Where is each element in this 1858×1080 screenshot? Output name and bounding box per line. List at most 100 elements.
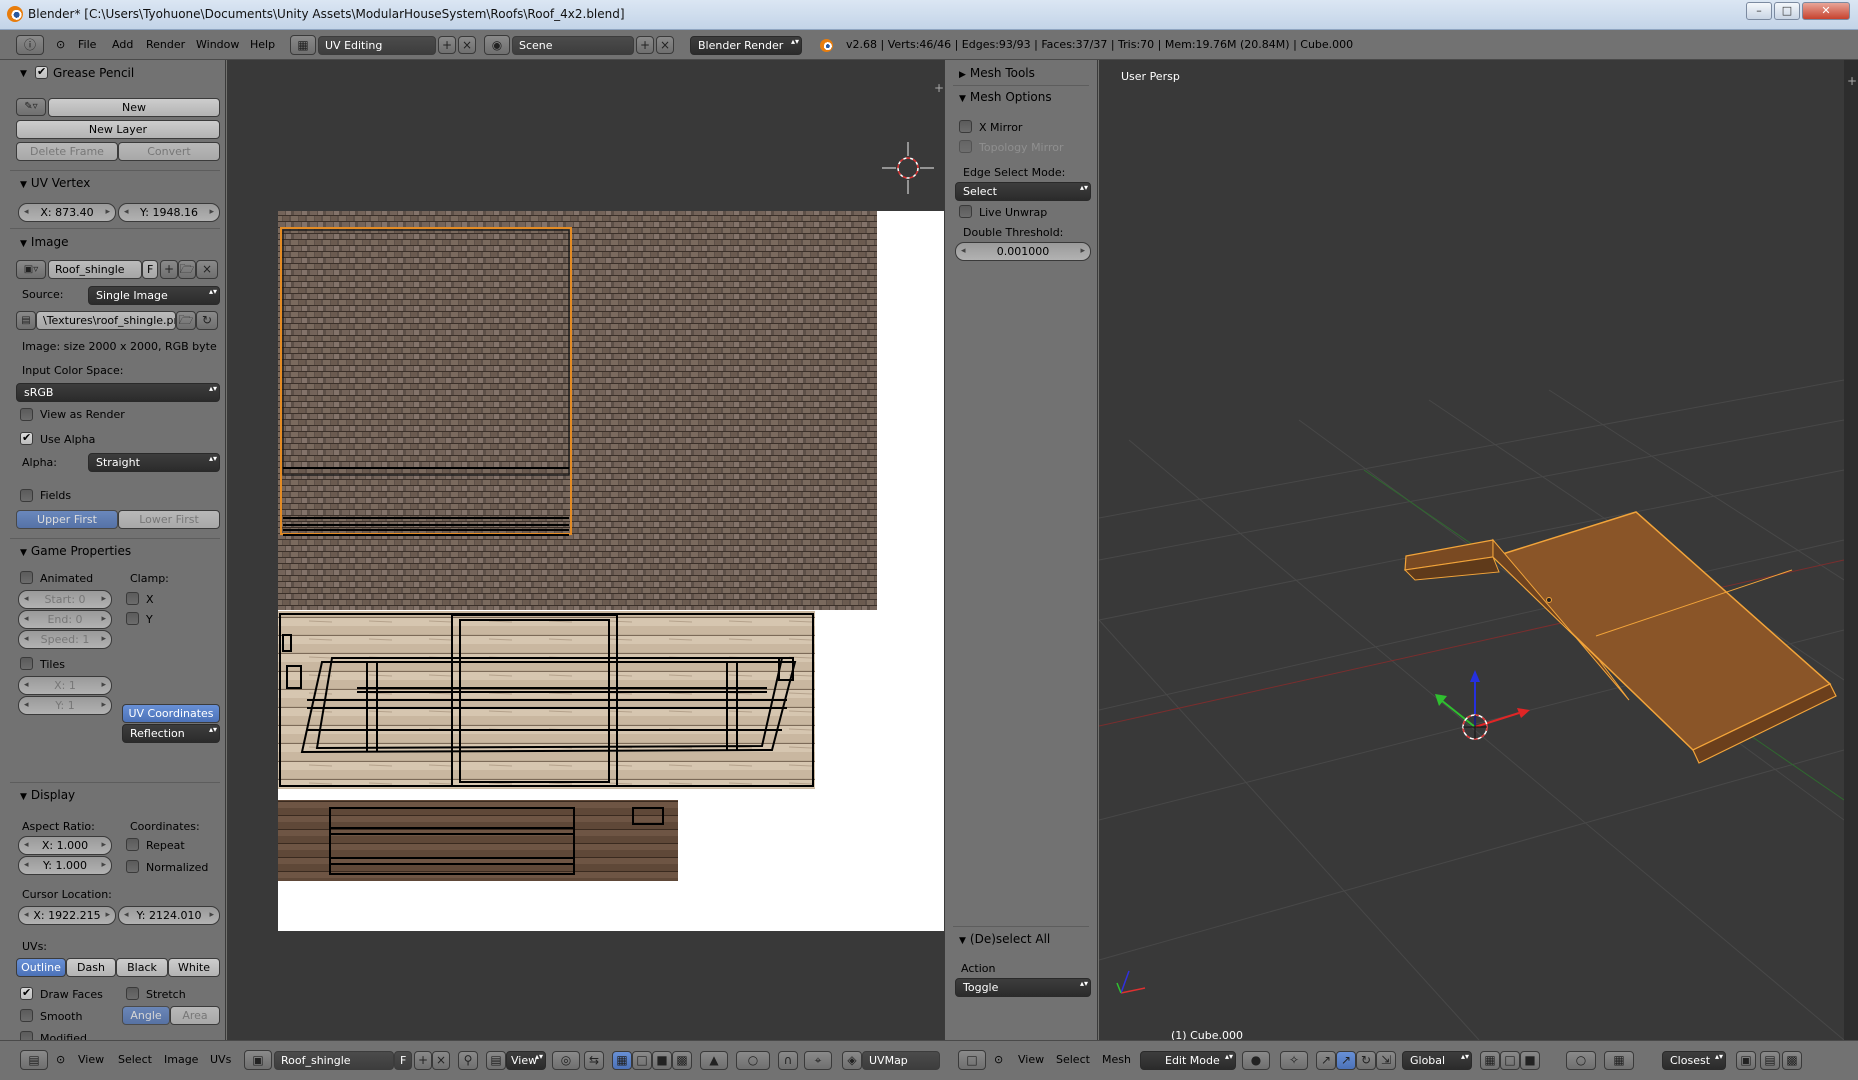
start-frame-field[interactable]: Start: 0 (18, 590, 112, 609)
tiles-x-field[interactable]: X: 1 (18, 676, 112, 695)
menu-window[interactable]: Window (196, 38, 239, 51)
transform-orientation-dropdown[interactable]: Global (1402, 1051, 1472, 1070)
image-name-field[interactable]: Roof_shingle (48, 260, 142, 279)
face-select-mode-icon[interactable]: ■ (1520, 1051, 1540, 1070)
properties-toggle-icon[interactable]: + (1847, 74, 1857, 88)
screen-layout-icon[interactable]: ▦ (290, 35, 316, 55)
uv-menu-select[interactable]: Select (118, 1053, 152, 1066)
footer-unlink-image-icon[interactable]: × (432, 1051, 450, 1070)
3d-scene-canvas[interactable] (1099, 60, 1844, 1040)
deselect-all-header[interactable]: ▼ (De)select All (959, 932, 1050, 954)
uv-menu-image[interactable]: Image (164, 1053, 198, 1066)
menu-add[interactable]: Add (112, 38, 133, 51)
island-select-icon[interactable]: ▩ (672, 1051, 692, 1070)
uv-editor-type-icon[interactable]: ▤ (20, 1050, 48, 1070)
3d-menu-mesh[interactable]: Mesh (1102, 1053, 1131, 1066)
footer-fake-user-button[interactable]: F (394, 1051, 412, 1070)
draw-faces-checkbox[interactable] (20, 986, 33, 1000)
uv-coordinates-button[interactable]: UV Coordinates (122, 704, 220, 723)
proportional-editing-icon[interactable]: ○ (1566, 1051, 1596, 1070)
uv-cursor[interactable] (882, 142, 934, 194)
angle-button[interactable]: Angle (122, 1006, 170, 1025)
footer-new-image-icon[interactable]: + (414, 1051, 432, 1070)
3d-editor-type-icon[interactable]: □ (958, 1050, 986, 1070)
uv-vertex-x-field[interactable]: X: 873.40 (18, 203, 116, 222)
filepath-browse-icon[interactable]: 🗁 (176, 311, 196, 330)
maximize-button[interactable]: □ (1774, 2, 1800, 20)
uv-menu-uvs[interactable]: UVs (210, 1053, 231, 1066)
render-engine-dropdown[interactable]: Blender Render (690, 36, 802, 55)
edge-select-mode-icon[interactable]: □ (1500, 1051, 1520, 1070)
collapse-menu-icon[interactable]: ⊙ (56, 38, 65, 51)
vertex-select-icon[interactable]: ▦ (612, 1051, 632, 1070)
tiles-y-field[interactable]: Y: 1 (18, 696, 112, 715)
repeat-checkbox[interactable] (126, 838, 139, 851)
lower-first-button[interactable]: Lower First (118, 510, 220, 529)
image-fake-user-button[interactable]: F (142, 260, 158, 279)
white-button[interactable]: White (168, 958, 220, 977)
proportional-falloff-icon[interactable]: ∩ (778, 1051, 798, 1070)
tiles-checkbox[interactable] (20, 657, 33, 670)
add-scene-icon[interactable]: + (636, 36, 654, 54)
snap-icon[interactable]: ⌖ (804, 1051, 832, 1070)
clamp-y-checkbox[interactable] (126, 612, 139, 625)
fields-checkbox[interactable] (20, 489, 33, 502)
render-preview-icon[interactable]: ▣ (1736, 1051, 1756, 1070)
3d-viewport[interactable]: User Persp (1) Cube.000 (1099, 60, 1844, 1042)
uvmap-icon[interactable]: ◈ (842, 1051, 862, 1070)
vertex-select-mode-icon[interactable]: ▦ (1480, 1051, 1500, 1070)
3d-header-collapse-icon[interactable]: ⊙ (994, 1053, 1003, 1066)
outline-button[interactable]: Outline (16, 958, 66, 977)
color-space-dropdown[interactable]: sRGB (16, 383, 220, 402)
speed-field[interactable]: Speed: 1 (18, 630, 112, 649)
aspect-y-field[interactable]: Y: 1.000 (18, 856, 112, 875)
3d-menu-view[interactable]: View (1018, 1053, 1044, 1066)
pivot-icon[interactable]: ◎ (552, 1051, 580, 1070)
view-mode-dropdown[interactable]: View (506, 1051, 546, 1070)
translate-manipulator-icon[interactable]: ↗ (1336, 1051, 1356, 1070)
manipulator-toggle-icon[interactable]: ↗ (1316, 1051, 1336, 1070)
face-select-icon[interactable]: ■ (652, 1051, 672, 1070)
image-panel-header[interactable]: ▼ Image (20, 235, 69, 257)
cursor-x-field[interactable]: X: 1922.215 (18, 906, 116, 925)
display-panel-header[interactable]: ▼ Display (20, 788, 75, 810)
screen-layout-field[interactable]: UV Editing (318, 36, 436, 55)
live-unwrap-checkbox[interactable] (959, 205, 972, 218)
pin-image-icon[interactable]: ⚲ (458, 1051, 478, 1070)
new-layer-button[interactable]: New Layer (16, 120, 220, 139)
use-alpha-checkbox[interactable] (20, 431, 33, 445)
menu-file[interactable]: File (78, 38, 96, 51)
reflection-button[interactable]: Reflection (122, 724, 220, 743)
uvmap-field[interactable]: UVMap (862, 1051, 940, 1070)
interaction-mode-dropdown[interactable]: Edit Mode (1140, 1051, 1236, 1070)
scale-manipulator-icon[interactable]: ⇲ (1376, 1051, 1396, 1070)
image-source-dropdown[interactable]: Single Image (88, 286, 220, 305)
snap-element-icon[interactable]: ▦ (1604, 1051, 1634, 1070)
menu-help[interactable]: Help (250, 38, 275, 51)
normalized-checkbox[interactable] (126, 860, 139, 873)
image-browse-icon[interactable]: ▣▿ (16, 260, 46, 279)
proportional-edit-icon[interactable]: ○ (736, 1051, 770, 1070)
x-mirror-checkbox[interactable] (959, 120, 972, 133)
image-browse-footer-icon[interactable]: ▣ (244, 1050, 272, 1070)
opengl-animation-icon[interactable]: ▩ (1782, 1051, 1802, 1070)
view-as-render-checkbox[interactable] (20, 408, 33, 421)
black-button[interactable]: Black (116, 958, 168, 977)
mesh-options-header[interactable]: ▼ Mesh Options (959, 90, 1052, 112)
uv-header-collapse-icon[interactable]: ⊙ (56, 1053, 65, 1066)
convert-button[interactable]: Convert (118, 142, 220, 161)
grease-pencil-toggle[interactable] (35, 65, 48, 79)
uv-canvas[interactable]: + (227, 60, 944, 1040)
footer-image-name-field[interactable]: Roof_shingle (274, 1051, 394, 1070)
stretch-checkbox[interactable] (126, 987, 139, 1000)
region-edge[interactable]: + (1844, 60, 1858, 1040)
image-unlink-icon[interactable]: × (196, 260, 218, 279)
cursor-y-field[interactable]: Y: 2124.010 (118, 906, 220, 925)
viewport-shading-icon[interactable]: ● (1242, 1051, 1270, 1070)
reload-image-icon[interactable]: ↻ (196, 311, 218, 330)
end-frame-field[interactable]: End: 0 (18, 610, 112, 629)
alpha-mode-dropdown[interactable]: Straight (88, 453, 220, 472)
image-new-icon[interactable]: + (160, 260, 178, 279)
edge-select-icon[interactable]: □ (632, 1051, 652, 1070)
new-grease-pencil-button[interactable]: New (48, 98, 220, 117)
